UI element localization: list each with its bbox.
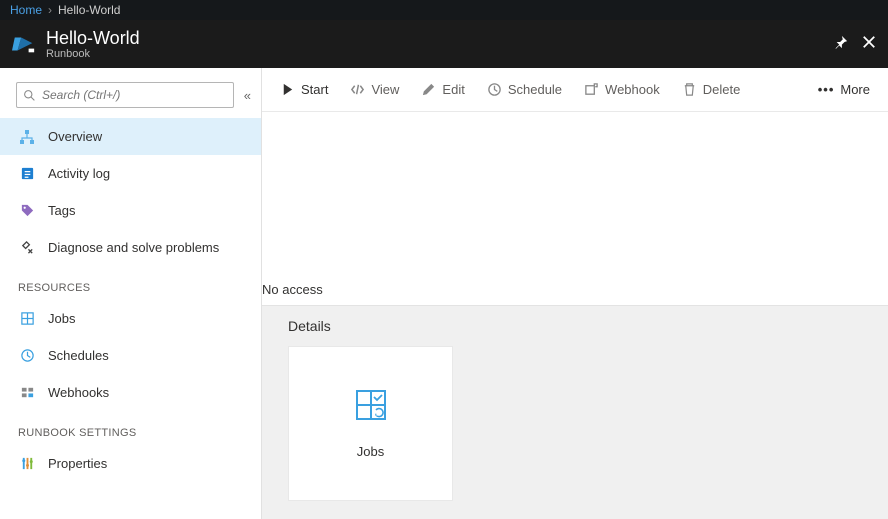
sidebar-item-diagnose[interactable]: Diagnose and solve problems [0, 229, 261, 266]
delete-button[interactable]: Delete [682, 82, 741, 97]
edit-button[interactable]: Edit [421, 82, 464, 97]
sidebar-item-label: Webhooks [48, 385, 109, 400]
diagnose-icon [18, 239, 36, 257]
details-panel: Details Jobs [262, 305, 888, 519]
sidebar-item-webhooks[interactable]: Webhooks [0, 374, 261, 411]
search-icon [23, 89, 36, 102]
trash-icon [682, 82, 697, 97]
close-icon[interactable] [862, 35, 876, 54]
schedule-button[interactable]: Schedule [487, 82, 562, 97]
content-area: Start View Edit Schedule Webhook Delete [262, 68, 888, 519]
breadcrumb-current: Hello-World [58, 3, 120, 17]
view-label: View [371, 82, 399, 97]
sidebar-item-label: Diagnose and solve problems [48, 240, 219, 255]
sidebar-item-label: Properties [48, 456, 107, 471]
more-icon: ••• [818, 82, 835, 97]
jobs-tile[interactable]: Jobs [288, 346, 453, 501]
details-title: Details [288, 318, 862, 334]
schedule-label: Schedule [508, 82, 562, 97]
sidebar-item-overview[interactable]: Overview [0, 118, 261, 155]
sidebar-item-jobs[interactable]: Jobs [0, 300, 261, 337]
blade-header: Hello-World Runbook [0, 20, 888, 68]
breadcrumb-separator: › [48, 3, 52, 17]
sidebar-section-settings: RUNBOOK SETTINGS [0, 411, 261, 445]
activity-log-icon [18, 165, 36, 183]
sidebar-item-label: Overview [48, 129, 102, 144]
delete-label: Delete [703, 82, 741, 97]
jobs-tile-icon [354, 388, 388, 422]
sidebar-item-activity-log[interactable]: Activity log [0, 155, 261, 192]
no-access-text: No access [262, 282, 323, 297]
search-input[interactable] [36, 88, 227, 102]
jobs-tile-label: Jobs [357, 444, 384, 459]
start-button[interactable]: Start [280, 82, 328, 97]
sidebar-item-properties[interactable]: Properties [0, 445, 261, 482]
page-title: Hello-World [46, 28, 834, 48]
search-input-wrapper[interactable] [16, 82, 234, 108]
tags-icon [18, 202, 36, 220]
sidebar-item-label: Jobs [48, 311, 75, 326]
sidebar-section-resources: RESOURCES [0, 266, 261, 300]
jobs-icon [18, 310, 36, 328]
sidebar-item-label: Activity log [48, 166, 110, 181]
view-button[interactable]: View [350, 82, 399, 97]
pin-icon[interactable] [834, 35, 848, 54]
overview-icon [18, 128, 36, 146]
more-button[interactable]: ••• More [818, 82, 870, 97]
schedules-icon [18, 347, 36, 365]
play-icon [280, 82, 295, 97]
sidebar-item-label: Schedules [48, 348, 109, 363]
toolbar: Start View Edit Schedule Webhook Delete [262, 68, 888, 112]
clock-icon [487, 82, 502, 97]
runbook-icon [12, 32, 36, 56]
properties-icon [18, 455, 36, 473]
sidebar-item-tags[interactable]: Tags [0, 192, 261, 229]
sidebar: « Overview Activity log Tags [0, 68, 262, 519]
webhook-button[interactable]: Webhook [584, 82, 660, 97]
breadcrumb: Home › Hello-World [0, 0, 888, 20]
sidebar-item-label: Tags [48, 203, 75, 218]
webhook-label: Webhook [605, 82, 660, 97]
more-label: More [840, 82, 870, 97]
edit-label: Edit [442, 82, 464, 97]
webhooks-icon [18, 384, 36, 402]
sidebar-item-schedules[interactable]: Schedules [0, 337, 261, 374]
code-icon [350, 82, 365, 97]
collapse-sidebar-icon[interactable]: « [244, 88, 251, 103]
breadcrumb-home[interactable]: Home [10, 3, 42, 17]
webhook-icon [584, 82, 599, 97]
start-label: Start [301, 82, 328, 97]
pencil-icon [421, 82, 436, 97]
page-subtitle: Runbook [46, 48, 834, 61]
